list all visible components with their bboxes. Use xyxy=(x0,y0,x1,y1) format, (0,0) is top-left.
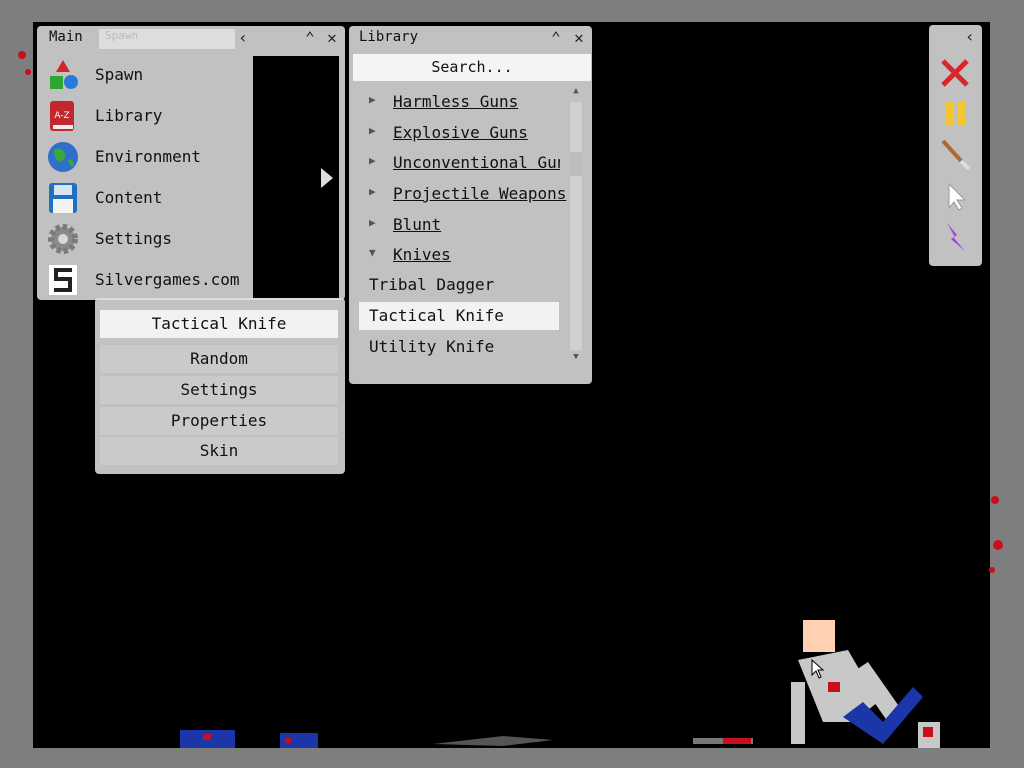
blood-splatter xyxy=(923,727,933,737)
blood-splatter xyxy=(828,682,840,692)
context-properties-button[interactable]: Properties xyxy=(100,407,338,435)
ragdoll-head[interactable] xyxy=(803,620,835,652)
scroll-up-icon[interactable]: ▲ xyxy=(569,86,583,100)
minimize-icon[interactable]: ⌃ xyxy=(300,28,320,48)
context-skin-button[interactable]: Skin xyxy=(100,437,338,465)
main-item-library[interactable]: A-Z Library xyxy=(43,97,249,135)
collapse-left-icon[interactable]: ‹ xyxy=(965,27,975,46)
expand-right-icon[interactable] xyxy=(317,166,337,190)
library-item-tribal-dagger[interactable]: Tribal Dagger xyxy=(359,271,559,299)
silvergames-logo-icon xyxy=(49,265,77,295)
svg-text:A-Z: A-Z xyxy=(54,111,69,121)
library-item-tactical-knife[interactable]: Tactical Knife xyxy=(359,302,559,330)
ragdoll-leg[interactable] xyxy=(791,682,805,744)
main-panel: Main Spawn ‹ ⌃ ✕ Spawn A-Z Library Envir… xyxy=(37,26,345,300)
category-unconventional-guns[interactable]: ▶ Unconventional Guns xyxy=(355,149,560,177)
blood-splatter xyxy=(285,738,291,743)
library-panel: Library ⌃ ✕ Search... ▶ Harmless Guns ▶ Ex… xyxy=(349,26,592,384)
library-titlebar[interactable]: Library ⌃ ✕ xyxy=(349,26,592,50)
close-icon[interactable]: ✕ xyxy=(322,28,342,48)
expand-arrow-icon: ▶ xyxy=(369,216,376,229)
main-item-label: Content xyxy=(95,188,163,207)
main-item-label: Spawn xyxy=(95,65,144,84)
main-item-label: Environment xyxy=(95,147,201,166)
expand-arrow-icon: ▶ xyxy=(369,185,376,198)
lightning-icon[interactable] xyxy=(937,219,973,255)
rifle-on-floor[interactable] xyxy=(433,736,553,746)
floppy-disk-icon xyxy=(49,183,77,213)
expand-arrow-icon: ▶ xyxy=(369,124,376,137)
blood-splatter xyxy=(203,734,211,740)
main-item-label: Settings xyxy=(95,229,173,248)
main-item-environment[interactable]: Environment xyxy=(43,138,249,176)
scroll-thumb[interactable] xyxy=(570,152,582,176)
category-explosive-guns[interactable]: ▶ Explosive Guns xyxy=(355,119,560,147)
cursor-icon[interactable] xyxy=(937,178,973,214)
main-item-label: Silvergames.com xyxy=(95,270,240,289)
collapse-arrow-icon: ▼ xyxy=(369,246,376,259)
scroll-track[interactable] xyxy=(570,102,582,350)
collapse-left-icon[interactable]: ‹ xyxy=(233,28,253,48)
library-scrollbar[interactable]: ▲ ▼ xyxy=(569,86,583,366)
pause-icon[interactable] xyxy=(937,96,973,132)
library-title: Library xyxy=(359,29,419,45)
category-projectile-weapons[interactable]: ▶ Projectile Weapons xyxy=(355,180,566,208)
main-item-content[interactable]: Content xyxy=(43,179,249,217)
library-item-utility-knife[interactable]: Utility Knife xyxy=(359,333,559,361)
right-toolbar: ‹ xyxy=(929,25,982,266)
library-search-input[interactable]: Search... xyxy=(353,54,591,81)
main-item-label: Library xyxy=(95,106,163,125)
expand-arrow-icon: ▶ xyxy=(369,154,376,167)
globe-icon xyxy=(48,142,78,172)
spawn-preview-area[interactable] xyxy=(253,56,339,298)
main-title: Main xyxy=(49,29,83,45)
knife-tool-icon[interactable] xyxy=(937,137,973,173)
expand-arrow-icon: ▶ xyxy=(369,93,376,106)
mouse-cursor-icon xyxy=(811,659,825,679)
context-random-button[interactable]: Random xyxy=(100,345,338,373)
category-blunt[interactable]: ▶ Blunt xyxy=(355,211,560,239)
main-item-settings[interactable]: Settings xyxy=(43,220,249,258)
shapes-icon xyxy=(50,60,78,89)
minimize-icon[interactable]: ⌃ xyxy=(546,28,566,48)
main-item-silvergames[interactable]: Silvergames.com xyxy=(43,261,249,299)
close-icon[interactable]: ✕ xyxy=(569,28,589,48)
close-icon[interactable] xyxy=(937,55,973,91)
blood-splatter xyxy=(723,738,751,744)
item-context-menu: Tactical Knife Random Settings Propertie… xyxy=(95,298,345,474)
context-menu-title: Tactical Knife xyxy=(100,310,338,338)
book-icon: A-Z xyxy=(50,101,74,131)
scroll-down-icon[interactable]: ▼ xyxy=(569,352,583,366)
main-titlebar[interactable]: Main Spawn ‹ ⌃ ✕ xyxy=(37,26,345,50)
category-harmless-guns[interactable]: ▶ Harmless Guns xyxy=(355,88,560,116)
category-knives[interactable]: ▼ Knives xyxy=(355,241,560,269)
main-item-spawn[interactable]: Spawn xyxy=(43,56,249,94)
spawn-tab[interactable]: Spawn xyxy=(99,29,235,49)
context-settings-button[interactable]: Settings xyxy=(100,376,338,404)
gear-icon xyxy=(48,224,78,254)
